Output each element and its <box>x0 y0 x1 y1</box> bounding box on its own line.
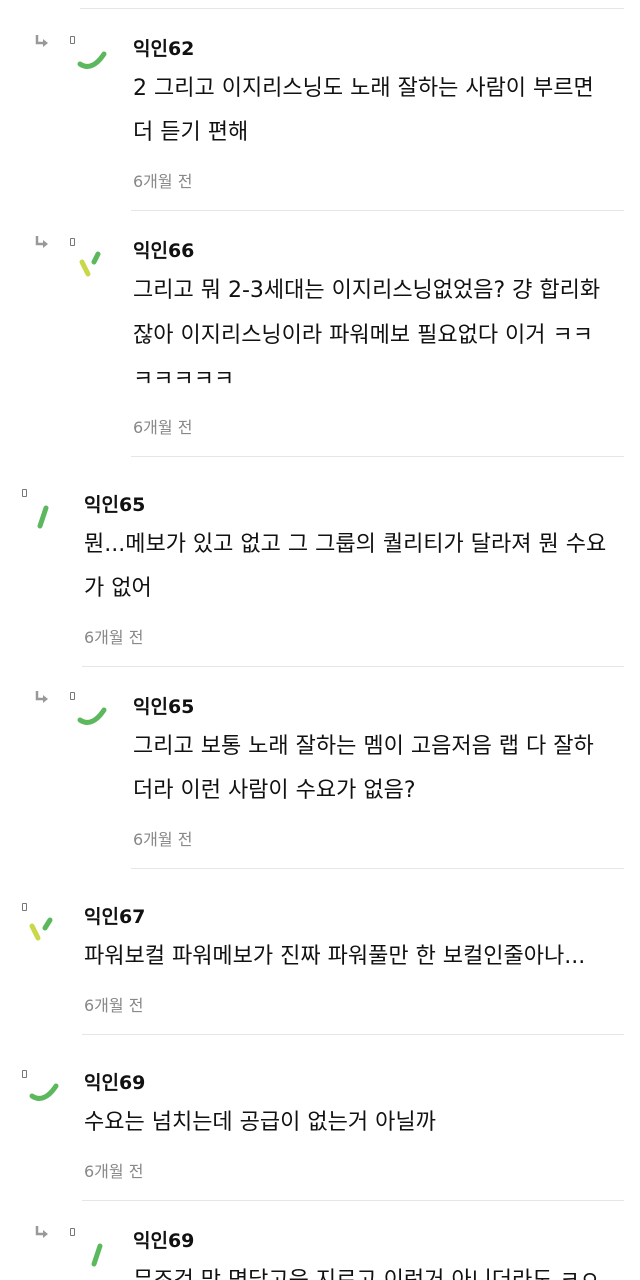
comment-text-line: 잖아 이지리스닝이라 파워메보 필요없다 이거 ㅋㅋ <box>133 323 594 348</box>
comment-text-line: 무조건 막 면닫고음 지르고 이런거 아니더라도 ㅋㅇ <box>133 1258 600 1280</box>
divider <box>82 1034 624 1035</box>
reply-arrow-icon <box>34 235 50 251</box>
comment-text-line: 그리고 보통 노래 잘하는 멤이 고음저음 랩 다 잘하 <box>133 734 594 759</box>
divider <box>80 8 624 9</box>
comment-text-line: 2 그리고 이지리스닝도 노래 잘하는 사람이 부르면 <box>133 76 594 101</box>
avatar-icon[interactable] <box>76 248 112 288</box>
avatar-icon[interactable] <box>28 1080 64 1120</box>
comment-time: 6개월 전 <box>84 628 144 647</box>
avatar-marker <box>70 1228 75 1236</box>
avatar-icon[interactable] <box>76 1240 112 1280</box>
divider <box>131 456 624 457</box>
comment-nickname[interactable]: 익인66 <box>133 236 194 263</box>
comment-text-line: 더라 이런 사람이 수요가 없음? <box>133 778 416 803</box>
divider <box>82 666 624 667</box>
divider <box>82 1200 624 1201</box>
comment-text-line: 파워보컬 파워메보가 진짜 파워풀만 한 보컬인줄아나... <box>84 944 586 969</box>
comment-text-line: ㅋㅋㅋㅋㅋ <box>133 367 235 392</box>
avatar-marker <box>70 36 75 44</box>
comment-time: 6개월 전 <box>133 172 193 191</box>
reply-arrow-icon <box>34 1225 50 1241</box>
comment-text-line: 더 듣기 편해 <box>133 120 249 145</box>
comment-text-line: 수요는 넘치는데 공급이 없는거 아닐까 <box>84 1110 436 1135</box>
reply-arrow-icon <box>34 690 50 706</box>
comment-text-line: 뭔...메보가 있고 없고 그 그룹의 퀄리티가 달라져 뭔 수요 <box>84 532 607 557</box>
avatar-icon[interactable] <box>76 46 112 86</box>
comment-text-line: 그리고 뭐 2-3세대는 이지리스닝없었음? 걍 합리화 <box>133 278 601 303</box>
comment-text-line: 가 없어 <box>84 576 152 601</box>
comment-nickname[interactable]: 익인67 <box>84 902 145 929</box>
comment-time: 6개월 전 <box>84 1162 144 1181</box>
comment-nickname[interactable]: 익인69 <box>133 1226 194 1253</box>
comment-nickname[interactable]: 익인65 <box>84 490 145 517</box>
avatar-marker <box>22 489 27 497</box>
comment-nickname[interactable]: 익인69 <box>84 1068 145 1095</box>
reply-arrow-icon <box>34 34 50 50</box>
avatar-marker <box>22 903 27 911</box>
avatar-marker <box>70 692 75 700</box>
comment-time: 6개월 전 <box>133 418 193 437</box>
avatar-marker <box>22 1070 27 1078</box>
avatar-icon[interactable] <box>76 702 112 742</box>
comment-time: 6개월 전 <box>133 830 193 849</box>
divider <box>131 210 624 211</box>
comment-nickname[interactable]: 익인65 <box>133 692 194 719</box>
divider <box>131 868 624 869</box>
avatar-icon[interactable] <box>28 914 64 954</box>
avatar-icon[interactable] <box>28 500 64 540</box>
comment-time: 6개월 전 <box>84 996 144 1015</box>
avatar-marker <box>70 238 75 246</box>
comment-nickname[interactable]: 익인62 <box>133 34 194 61</box>
